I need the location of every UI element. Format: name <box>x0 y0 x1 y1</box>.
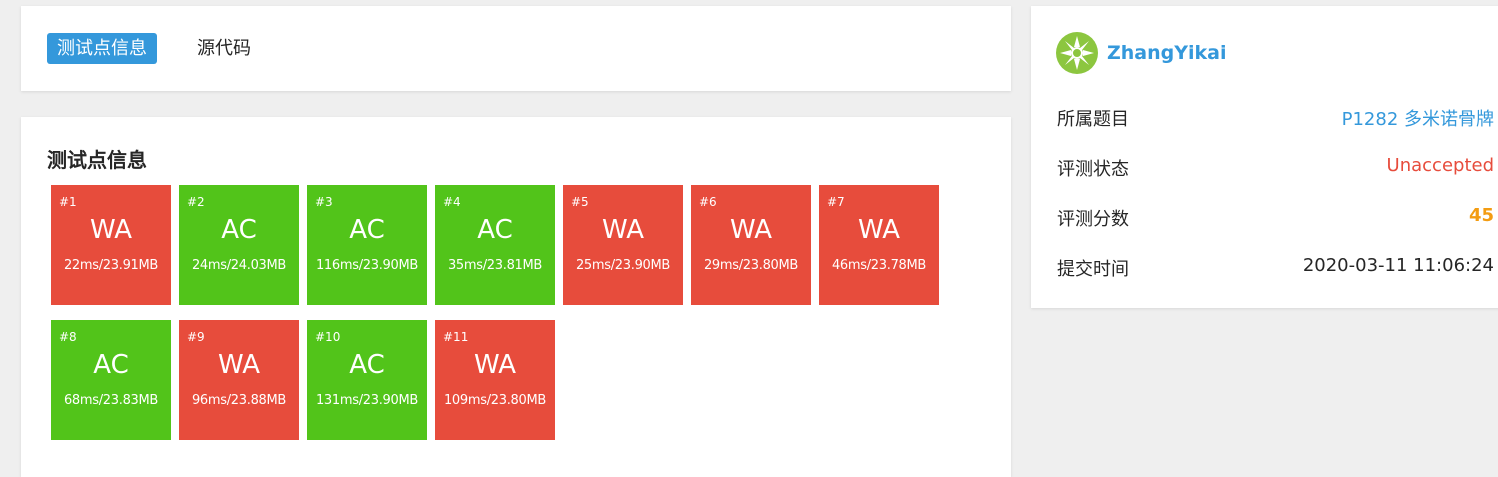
tab-testcase-info[interactable]: 测试点信息 <box>47 33 157 64</box>
score-label: 评测分数 <box>1057 209 1129 230</box>
status-label: 评测状态 <box>1057 159 1129 180</box>
testcase-usage: 35ms/23.81MB <box>447 258 543 273</box>
testcase-usage: 131ms/23.90MB <box>315 393 419 408</box>
testcase-number: #2 <box>187 195 205 209</box>
testcase-verdict: WA <box>473 350 517 380</box>
testcase-verdict: AC <box>221 215 257 245</box>
testcase-tile[interactable]: #7 WA 46ms/23.78MB <box>819 185 939 305</box>
testcase-number: #3 <box>315 195 333 209</box>
testcase-panel: 测试点信息 #1 WA 22ms/23.91MB #2 AC 24ms/24.03MB #3… <box>21 117 1011 477</box>
section-title: 测试点信息 <box>47 148 147 172</box>
submit-time-value: 2020-03-11 11:06:24 <box>1302 255 1494 276</box>
testcase-tile[interactable]: #4 AC 35ms/23.81MB <box>435 185 555 305</box>
testcase-tile[interactable]: #8 AC 68ms/23.83MB <box>51 320 171 440</box>
testcase-usage: 109ms/23.80MB <box>443 393 547 408</box>
testcase-usage: 68ms/23.83MB <box>63 393 159 408</box>
problem-label: 所属题目 <box>1057 109 1129 130</box>
testcase-verdict: WA <box>729 215 773 245</box>
testcase-usage: 96ms/23.88MB <box>191 393 287 408</box>
tab-source-code[interactable]: 源代码 <box>187 33 261 64</box>
problem-link[interactable]: P1282 多米诺骨牌 <box>1342 105 1494 131</box>
testcase-tile[interactable]: #10 AC 131ms/23.90MB <box>307 320 427 440</box>
testcase-verdict: AC <box>477 215 513 245</box>
testcase-tile[interactable]: #3 AC 116ms/23.90MB <box>307 185 427 305</box>
testcase-usage: 24ms/24.03MB <box>191 258 287 273</box>
avatar-icon[interactable] <box>1056 32 1098 74</box>
testcase-usage: 46ms/23.78MB <box>831 258 927 273</box>
testcase-number: #1 <box>59 195 77 209</box>
testcase-number: #5 <box>571 195 589 209</box>
testcase-usage: 22ms/23.91MB <box>63 258 159 273</box>
testcase-number: #4 <box>443 195 461 209</box>
status-value: Unaccepted <box>1386 155 1494 176</box>
testcase-usage: 25ms/23.90MB <box>575 258 671 273</box>
score-value: 45 <box>1468 205 1494 226</box>
submission-info-panel: ZhangYikai 所属题目 P1282 多米诺骨牌 评测状态 Unaccep… <box>1031 6 1498 308</box>
testcase-tile[interactable]: #11 WA 109ms/23.80MB <box>435 320 555 440</box>
testcase-tile[interactable]: #6 WA 29ms/23.80MB <box>691 185 811 305</box>
testcase-tile[interactable]: #2 AC 24ms/24.03MB <box>179 185 299 305</box>
testcase-number: #11 <box>443 330 469 344</box>
testcase-verdict: WA <box>89 215 133 245</box>
testcase-number: #8 <box>59 330 77 344</box>
testcase-verdict: WA <box>217 350 261 380</box>
testcase-verdict: AC <box>93 350 129 380</box>
testcase-tile[interactable]: #1 WA 22ms/23.91MB <box>51 185 171 305</box>
submit-time-label: 提交时间 <box>1057 259 1129 280</box>
testcase-tile[interactable]: #9 WA 96ms/23.88MB <box>179 320 299 440</box>
testcase-verdict: AC <box>349 350 385 380</box>
tab-bar: 测试点信息 源代码 <box>21 6 1011 91</box>
testcase-verdict: WA <box>601 215 645 245</box>
testcase-number: #9 <box>187 330 205 344</box>
testcase-verdict: WA <box>857 215 901 245</box>
username-link[interactable]: ZhangYikai <box>1107 42 1227 64</box>
testcase-number: #6 <box>699 195 717 209</box>
testcase-verdict: AC <box>349 215 385 245</box>
testcase-tile[interactable]: #5 WA 25ms/23.90MB <box>563 185 683 305</box>
testcase-number: #10 <box>315 330 341 344</box>
testcase-usage: 29ms/23.80MB <box>703 258 799 273</box>
testcase-number: #7 <box>827 195 845 209</box>
testcase-usage: 116ms/23.90MB <box>315 258 419 273</box>
